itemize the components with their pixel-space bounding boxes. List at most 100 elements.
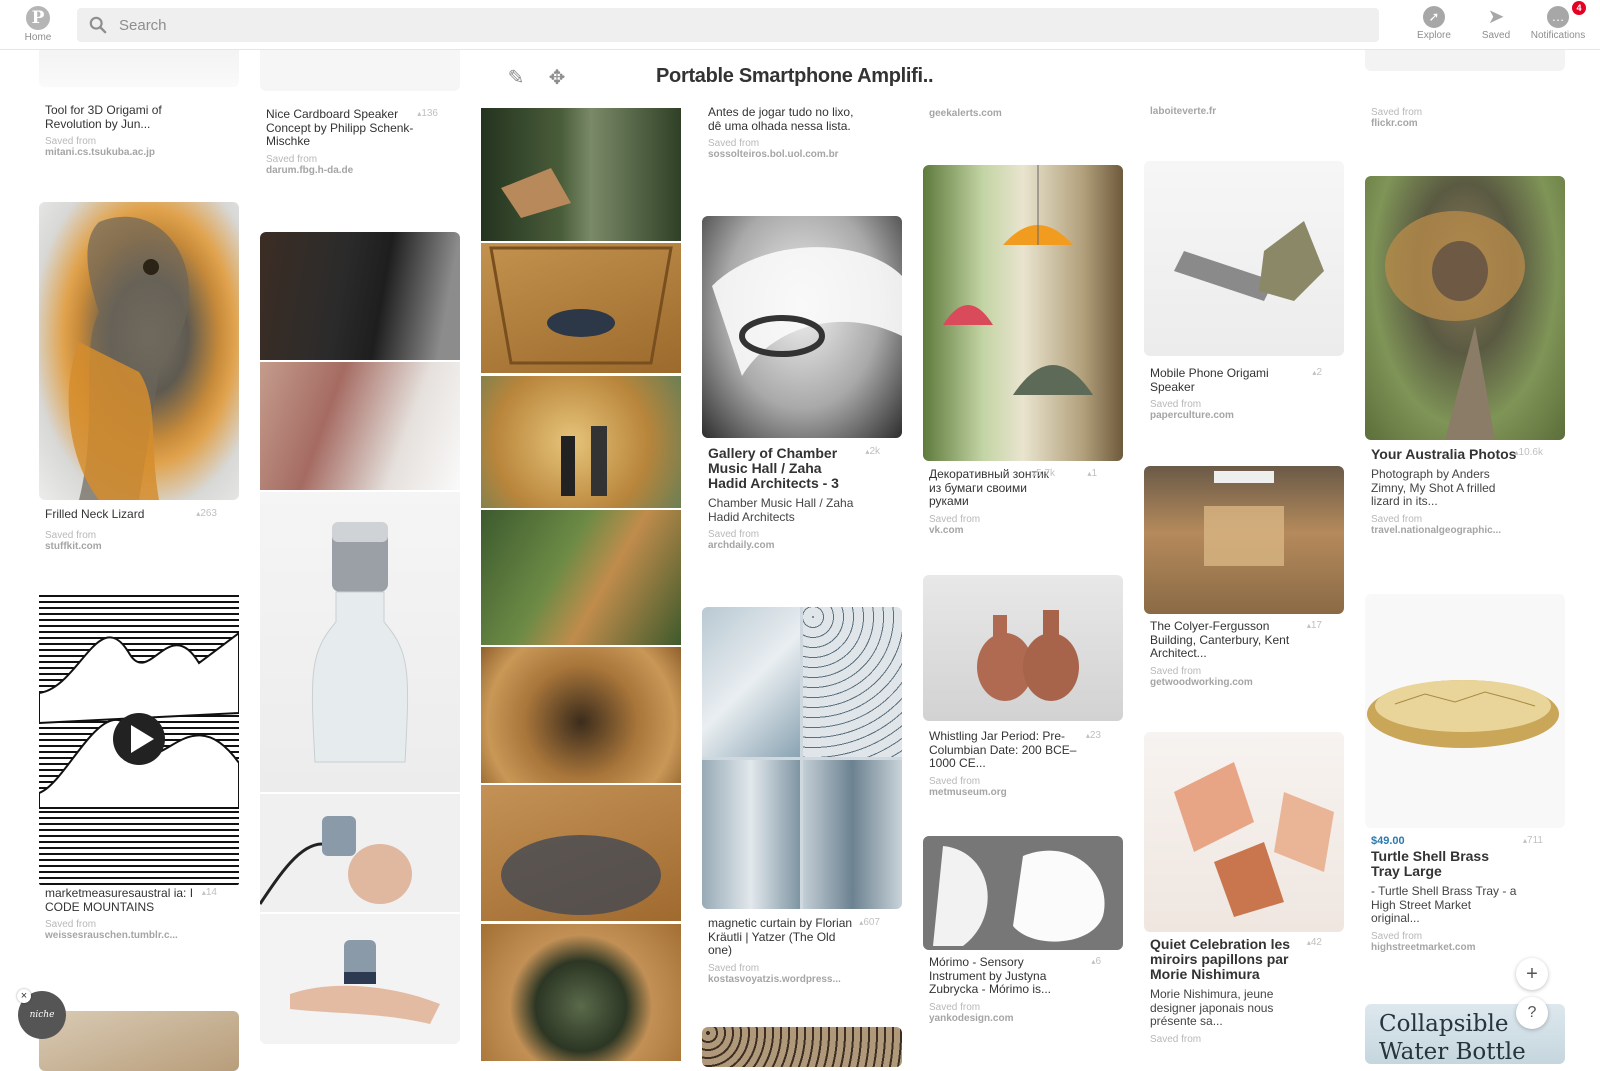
pin-title[interactable]: The Colyer-Fergusson Building, Canterbur… <box>1150 619 1300 661</box>
compass-icon: ➚ <box>1423 6 1445 28</box>
pin-image[interactable] <box>702 607 902 909</box>
move-icon[interactable]: ✥ <box>546 67 568 89</box>
pin-source[interactable]: stuffkit.com <box>45 541 233 552</box>
explore-label: Explore <box>1417 30 1451 41</box>
pin-title[interactable]: marketmeasuresaustral ia: I CODE MOUNTAI… <box>45 886 195 914</box>
closeup-image[interactable] <box>481 785 681 921</box>
explore-button[interactable]: ➚ Explore <box>1407 6 1461 41</box>
pin-source[interactable]: darum.fbg.h-da.de <box>266 165 454 176</box>
pin-source[interactable]: yankodesign.com <box>929 1013 1117 1024</box>
pin-image[interactable] <box>260 232 460 1044</box>
mountain-lines-image <box>39 631 239 809</box>
pin-source[interactable]: metmuseum.org <box>929 787 1117 798</box>
product-photo-bottle <box>260 492 460 792</box>
repin-count: 5.7k <box>1032 468 1055 479</box>
pin-title[interactable]: Frilled Neck Lizard <box>45 507 195 522</box>
pin-source[interactable]: weissesrauschen.tumblr.c... <box>45 930 233 941</box>
closeup-image[interactable] <box>481 510 681 645</box>
home-nav[interactable]: P Home <box>20 6 56 43</box>
add-button[interactable]: + <box>1516 958 1548 990</box>
repin-count: 14 <box>202 887 217 898</box>
search-icon <box>89 16 107 34</box>
pin-image[interactable] <box>39 49 239 87</box>
closeup-image[interactable] <box>481 647 681 783</box>
saved-from-label: Saved from <box>929 513 981 525</box>
pin-title[interactable]: magnetic curtain by Florian Kräutli | Ya… <box>708 916 858 958</box>
pin-image[interactable] <box>1365 594 1565 828</box>
closeup-header: ✎ ✥ Portable Smartphone Amplifi.. <box>482 49 952 105</box>
notifications-button[interactable]: … 4 Notifications <box>1524 1 1592 41</box>
notification-badge: 4 <box>1572 1 1586 15</box>
pin-image[interactable] <box>923 165 1123 461</box>
closeup-image[interactable] <box>481 243 681 373</box>
pin-image[interactable] <box>702 1027 902 1067</box>
saved-from-label: Saved from <box>708 138 760 149</box>
pin-source[interactable]: mitani.cs.tsukuba.ac.jp <box>45 147 233 158</box>
curtain-photo <box>803 760 902 909</box>
repin-count: 607 <box>859 917 880 928</box>
pin-source[interactable]: laboiteverte.fr <box>1150 106 1338 117</box>
pin-source[interactable]: vk.com <box>929 525 1117 536</box>
help-button[interactable]: ? <box>1516 997 1548 1029</box>
pin-image[interactable] <box>702 216 902 438</box>
pin-source[interactable]: paperculture.com <box>1150 410 1338 421</box>
closeup-image[interactable] <box>481 924 681 1061</box>
saved-from-label: Saved from <box>1150 1033 1202 1045</box>
pin-image[interactable] <box>1144 161 1344 356</box>
pin-image[interactable] <box>39 1011 239 1071</box>
closeup-image[interactable] <box>481 108 681 241</box>
home-label: Home <box>24 32 52 43</box>
pin-source[interactable]: highstreetmarket.com <box>1371 942 1559 953</box>
pin-title[interactable]: Mórimo - Sensory Instrument by Justyna Z… <box>929 955 1079 997</box>
pin-image[interactable] <box>1144 466 1344 614</box>
pin-description: Chamber Music Hall / Zaha Hadid Architec… <box>708 496 854 524</box>
pin-title[interactable]: Tool for 3D Origami of Revolution by Jun… <box>45 103 195 131</box>
pin-image[interactable] <box>1365 49 1565 71</box>
pin-image[interactable] <box>1144 732 1344 932</box>
saved-from-label: Saved from <box>708 529 760 540</box>
pin-source[interactable]: travel.nationalgeographic... <box>1371 525 1559 536</box>
saved-from-label: Saved from <box>45 529 97 541</box>
pinterest-logo-icon[interactable]: P <box>26 6 50 30</box>
pin-title[interactable]: Quiet Celebration les miroirs papillons … <box>1150 937 1300 982</box>
product-photo-hand <box>260 362 460 490</box>
notifications-label: Notifications <box>1530 30 1586 41</box>
saved-from-label: Saved from <box>708 962 760 974</box>
speech-bubble-icon: … <box>1547 6 1569 28</box>
pin-source[interactable]: archdaily.com <box>708 540 896 551</box>
pin-title[interactable]: Antes de jogar tudo no lixo, dê uma olha… <box>708 105 858 133</box>
saved-from-label: Saved from <box>1371 930 1423 942</box>
search-input[interactable] <box>119 8 1359 42</box>
pin-image[interactable] <box>923 836 1123 950</box>
saved-button[interactable]: ➤ Saved <box>1472 6 1520 41</box>
pin-title[interactable]: Gallery of Chamber Music Hall / Zaha Had… <box>708 446 858 491</box>
closeup-image[interactable] <box>481 376 681 508</box>
pin-title[interactable]: Whistling Jar Period: Pre-Columbian Date… <box>929 729 1079 771</box>
pin-title[interactable]: Mobile Phone Origami Speaker <box>1150 366 1300 394</box>
pin-source[interactable]: geekalerts.com <box>929 108 1117 119</box>
saved-from-label: Saved from <box>929 775 981 787</box>
curtain-photo <box>702 760 800 909</box>
pin-image[interactable] <box>39 202 239 500</box>
pin-source[interactable]: sossolteiros.bol.uol.com.br <box>708 149 896 160</box>
pin-image[interactable] <box>923 575 1123 721</box>
pin-image[interactable] <box>39 593 239 885</box>
saved-from-label: Saved from <box>1150 665 1202 677</box>
pin-image[interactable] <box>260 49 460 91</box>
pin-source[interactable]: flickr.com <box>1371 118 1559 129</box>
repin-count: 10.6k <box>1515 447 1543 458</box>
search-bar[interactable] <box>77 8 1379 42</box>
pin-source[interactable]: kostasvoyatzis.wordpress... <box>708 974 896 985</box>
saved-from-label: Saved from <box>266 153 318 165</box>
pin-image[interactable] <box>1365 176 1565 440</box>
pencil-icon[interactable]: ✎ <box>505 67 527 89</box>
saved-from-label: Saved from <box>45 136 97 147</box>
pin-title[interactable]: Your Australia Photos <box>1371 447 1521 462</box>
product-photo-palm <box>260 914 460 1044</box>
repin-count: 42 <box>1307 937 1322 948</box>
close-icon[interactable]: × <box>17 989 31 1003</box>
pin-title[interactable]: Turtle Shell Brass Tray Large <box>1371 849 1521 879</box>
pin-title[interactable]: Nice Cardboard Speaker Concept by Philip… <box>266 107 416 149</box>
pin-description: - Turtle Shell Brass Tray - a High Stree… <box>1371 884 1517 925</box>
pin-source[interactable]: getwoodworking.com <box>1150 677 1338 688</box>
